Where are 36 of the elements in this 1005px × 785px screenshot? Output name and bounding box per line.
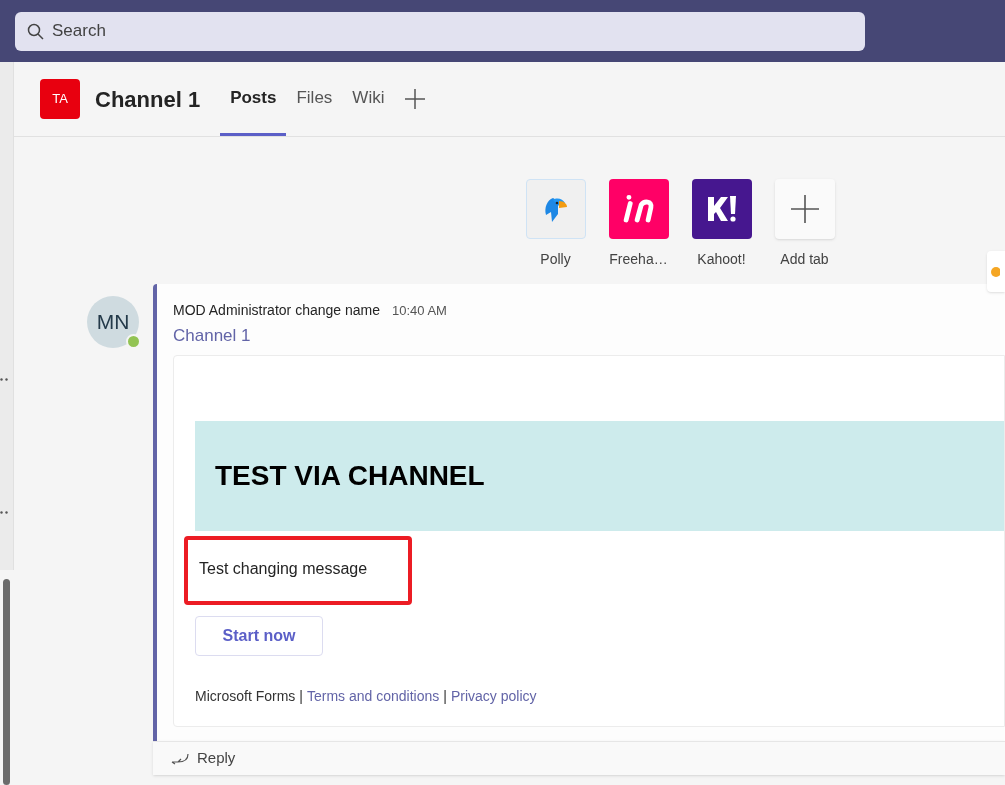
footer-text: |	[299, 686, 303, 706]
add-icon[interactable]	[404, 88, 427, 110]
app-tile[interactable]	[525, 179, 586, 239]
scrollbar[interactable]	[3, 579, 10, 785]
app-label: Kahoot!	[697, 250, 746, 269]
app-tile[interactable]	[774, 179, 835, 239]
app-label: Add tab	[780, 250, 829, 269]
start-now-button[interactable]: Start now	[195, 615, 323, 656]
timestamp: 10:40 AM	[392, 302, 447, 320]
script-in-icon	[622, 194, 655, 224]
tab[interactable]: Posts	[220, 62, 287, 136]
user-avatar: MN	[87, 296, 139, 348]
channel-link[interactable]: Channel 1	[173, 323, 1005, 349]
footer-link[interactable]: Privacy policy	[450, 685, 537, 707]
app-tile[interactable]	[608, 179, 669, 239]
add-icon	[789, 194, 820, 224]
search-field[interactable]: Search	[15, 11, 865, 51]
app-label: Freeha…	[609, 250, 668, 269]
search-icon	[27, 22, 45, 41]
card-message: Test changing message	[199, 558, 368, 579]
app-label: Polly	[540, 250, 571, 269]
team-avatar: TA	[40, 79, 80, 119]
app-tile[interactable]	[691, 179, 752, 239]
card-title: TEST VIA CHANNEL	[215, 458, 485, 493]
author-name: MOD Administrator change name	[173, 301, 380, 320]
tab[interactable]: Files	[286, 62, 343, 136]
reply-label: Reply	[197, 747, 236, 768]
more-icon[interactable]	[0, 511, 9, 514]
channel-title: Channel 1	[95, 85, 201, 114]
more-icon[interactable]	[0, 378, 9, 381]
footer-text: Microsoft Forms	[195, 686, 296, 706]
reply-icon	[171, 751, 189, 765]
footer-link[interactable]: Terms and conditions	[307, 685, 440, 707]
reply-bar[interactable]: Reply	[153, 740, 1005, 775]
tab[interactable]: Wiki	[342, 62, 395, 136]
footer-text: |	[443, 686, 447, 706]
